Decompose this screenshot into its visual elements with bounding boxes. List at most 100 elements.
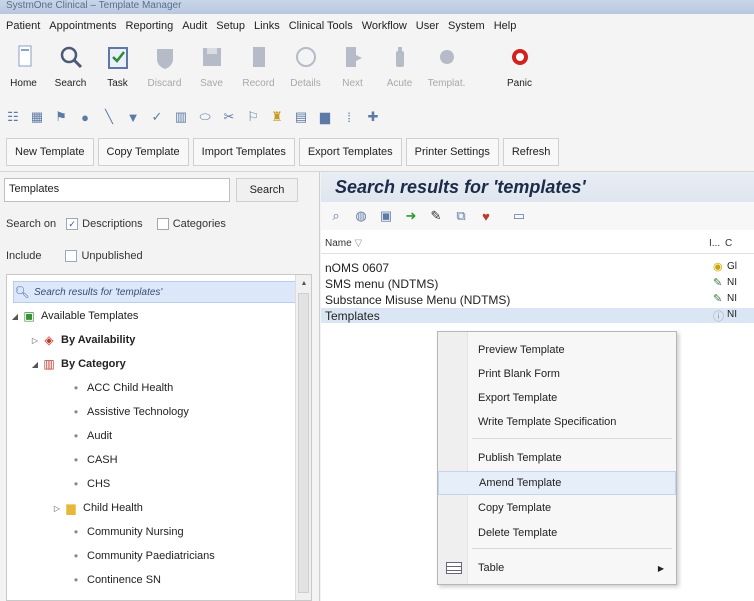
menu-help[interactable]: Help — [494, 20, 517, 32]
calendar-icon[interactable]: ▦ — [28, 108, 46, 126]
expand-icon[interactable]: ▷ — [29, 336, 41, 345]
next-button[interactable]: Next — [329, 38, 376, 100]
table-row-selected[interactable]: Templates ⓘ NI — [321, 308, 754, 323]
menu-setup[interactable]: Setup — [216, 20, 245, 32]
export-templates-button[interactable]: Export Templates — [298, 137, 402, 166]
category-icon: ▥ — [43, 357, 55, 371]
tally-icon[interactable]: ⁞ — [340, 108, 358, 126]
template-toolbar: New Template Copy Template Import Templa… — [0, 132, 754, 172]
print-blank-form-menu-item[interactable]: Print Blank Form — [438, 362, 676, 386]
table-row[interactable]: Substance Misuse Menu (NDTMS) ✎ NI — [321, 292, 754, 307]
tree-item-acc-child-health[interactable]: • ACC Child Health — [69, 377, 173, 399]
menu-reporting[interactable]: Reporting — [126, 20, 174, 32]
filter-icon[interactable]: ▽ — [354, 238, 362, 249]
export-template-menu-item[interactable]: Export Template — [438, 386, 676, 410]
chart-icon[interactable]: ▥ — [172, 108, 190, 126]
view-icon[interactable]: ▣ — [377, 207, 395, 225]
descriptions-checkbox[interactable]: ✓ — [66, 218, 79, 230]
menu-links[interactable]: Links — [254, 20, 280, 32]
column-name-header[interactable]: Name ▽ — [325, 238, 362, 249]
collapse-icon[interactable]: ◢ — [9, 312, 21, 321]
template-search-input[interactable]: Templates — [4, 178, 230, 202]
menu-system[interactable]: System — [448, 20, 485, 32]
template-search-button[interactable]: Search — [236, 178, 298, 202]
collapse-icon[interactable]: ◢ — [29, 360, 41, 369]
drop-icon[interactable]: ● — [76, 108, 94, 126]
table-row[interactable]: nOMS 0607 ◉ Gl — [321, 260, 754, 275]
document-icon[interactable]: ▤ — [292, 108, 310, 126]
publish-template-menu-item[interactable]: Publish Template — [438, 446, 676, 470]
check-icon[interactable]: ✓ — [148, 108, 166, 126]
delete-icon[interactable]: ♥ — [477, 207, 495, 225]
plus-icon[interactable]: ✚ — [364, 108, 382, 126]
folder-icon: ▣ — [23, 309, 35, 323]
pill-icon[interactable]: ⬭ — [196, 108, 214, 126]
menu-user[interactable]: User — [416, 20, 439, 32]
home-button[interactable]: Home — [0, 38, 47, 100]
bar-chart-icon[interactable]: ▆ — [316, 108, 334, 126]
flask-icon[interactable]: ▼ — [124, 108, 142, 126]
tree-item-by-category[interactable]: ◢ ▥ By Category — [29, 353, 126, 375]
column-i-header[interactable]: I... — [709, 238, 720, 249]
delete-template-menu-item[interactable]: Delete Template — [438, 521, 676, 545]
tree-item-available-templates[interactable]: ◢ ▣ Available Templates — [9, 305, 139, 327]
refresh-button[interactable]: Refresh — [502, 137, 560, 166]
tree-item-community-nursing[interactable]: • Community Nursing — [69, 521, 184, 543]
pin-icon[interactable]: ⚑ — [52, 108, 70, 126]
tree-scrollbar[interactable]: ▲ — [295, 275, 311, 600]
new-template-button[interactable]: New Template — [6, 137, 94, 166]
footprints-icon[interactable]: ☷ — [4, 108, 22, 126]
discard-button[interactable]: Discard — [141, 38, 188, 100]
unpublished-checkbox[interactable] — [65, 250, 78, 262]
menu-patient[interactable]: Patient — [6, 20, 40, 32]
table-icon — [446, 562, 462, 574]
tree-item-chs[interactable]: • CHS — [69, 473, 110, 495]
acute-button[interactable]: Acute — [376, 38, 423, 100]
tree-item-audit[interactable]: • Audit — [69, 425, 112, 447]
panic-button[interactable]: Panic — [496, 38, 543, 100]
trophy-icon[interactable]: ♜ — [268, 108, 286, 126]
bookmark-icon[interactable]: ⚐ — [244, 108, 262, 126]
menu-audit[interactable]: Audit — [182, 20, 207, 32]
table-menu-item[interactable]: Table ▶ — [438, 556, 676, 580]
import-templates-button[interactable]: Import Templates — [192, 137, 295, 166]
copy-icon[interactable]: ⧉ — [452, 207, 470, 225]
search-icon[interactable]: ⌕ — [327, 207, 345, 225]
tree-item-by-availability[interactable]: ▷ ◈ By Availability — [29, 329, 135, 351]
menu-clinical-tools[interactable]: Clinical Tools — [289, 20, 353, 32]
tree-item-search-results[interactable]: 🔍︎ Search results for 'templates' — [13, 281, 303, 303]
printer-settings-button[interactable]: Printer Settings — [405, 137, 499, 166]
tree-item-cash[interactable]: • CASH — [69, 449, 118, 471]
column-c-header[interactable]: C — [725, 238, 732, 249]
preview-template-menu-item[interactable]: Preview Template — [438, 338, 676, 362]
expand-icon[interactable]: ▷ — [51, 504, 63, 513]
template-button[interactable]: Templat. — [423, 38, 470, 100]
scissors-icon[interactable]: ✂ — [220, 108, 238, 126]
write-template-specification-menu-item[interactable]: Write Template Specification — [438, 410, 676, 434]
details-button[interactable]: Details — [282, 38, 329, 100]
copy-template-menu-item[interactable]: Copy Template — [438, 496, 676, 520]
pencil-icon[interactable]: ✎ — [427, 207, 445, 225]
categories-checkbox[interactable] — [156, 218, 169, 230]
search-button[interactable]: Search — [47, 38, 94, 100]
table-row[interactable]: SMS menu (NDTMS) ✎ NI — [321, 276, 754, 291]
save-button[interactable]: Save — [188, 38, 235, 100]
scroll-up-icon[interactable]: ▲ — [296, 275, 311, 291]
tree-item-assistive-technology[interactable]: • Assistive Technology — [69, 401, 189, 423]
tree-item-community-paediatricians[interactable]: • Community Paediatricians — [69, 545, 215, 567]
globe-icon[interactable]: ◍ — [352, 207, 370, 225]
tree-item-child-health[interactable]: ▷ ▆ Child Health — [51, 497, 143, 519]
tree-item-continence-sn[interactable]: • Continence SN — [69, 569, 161, 591]
menu-appointments[interactable]: Appointments — [49, 20, 116, 32]
menu-workflow[interactable]: Workflow — [362, 20, 407, 32]
scroll-thumb[interactable] — [298, 293, 309, 593]
category-icon: ◈ — [44, 333, 54, 347]
arrow-right-icon[interactable]: ➜ — [402, 207, 420, 225]
copy-template-button[interactable]: Copy Template — [97, 137, 189, 166]
record-button[interactable]: Record — [235, 38, 282, 100]
task-button[interactable]: Task — [94, 38, 141, 100]
print-icon[interactable]: ▭ — [510, 207, 528, 225]
pen-icon[interactable]: ╲ — [100, 108, 118, 126]
amend-template-menu-item[interactable]: Amend Template — [438, 471, 676, 495]
menu-separator — [472, 438, 672, 439]
